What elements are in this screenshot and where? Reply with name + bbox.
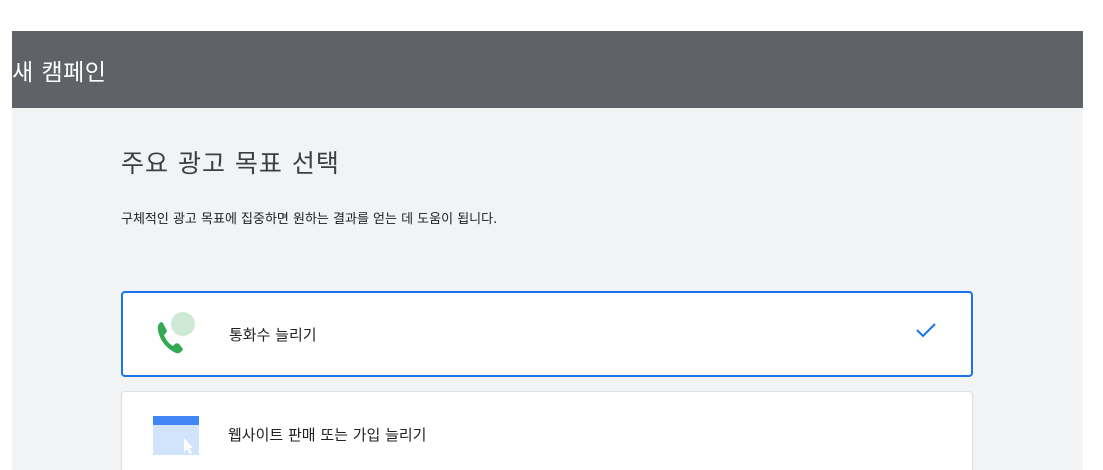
- phone-call-icon: [151, 310, 203, 358]
- campaign-window: 새 캠페인 주요 광고 목표 선택 구체적인 광고 목표에 집중하면 원하는 결…: [12, 31, 1083, 470]
- page-description: 구체적인 광고 목표에 집중하면 원하는 결과를 얻는 데 도움이 됩니다.: [121, 212, 498, 227]
- checkmark-icon: [915, 321, 937, 343]
- header-title: 새 캠페인: [12, 59, 107, 86]
- page-title: 주요 광고 목표 선택: [121, 149, 340, 178]
- option-card-website[interactable]: 웹사이트 판매 또는 가입 늘리기: [121, 391, 973, 470]
- header-bar: 새 캠페인: [12, 31, 1083, 108]
- option-label-calls: 통화수 늘리기: [229, 325, 317, 344]
- main-content: 주요 광고 목표 선택 구체적인 광고 목표에 집중하면 원하는 결과를 얻는 …: [121, 108, 975, 470]
- option-label-website: 웹사이트 판매 또는 가입 늘리기: [228, 425, 427, 444]
- website-browser-icon: [150, 410, 202, 458]
- option-card-calls[interactable]: 통화수 늘리기: [121, 291, 973, 377]
